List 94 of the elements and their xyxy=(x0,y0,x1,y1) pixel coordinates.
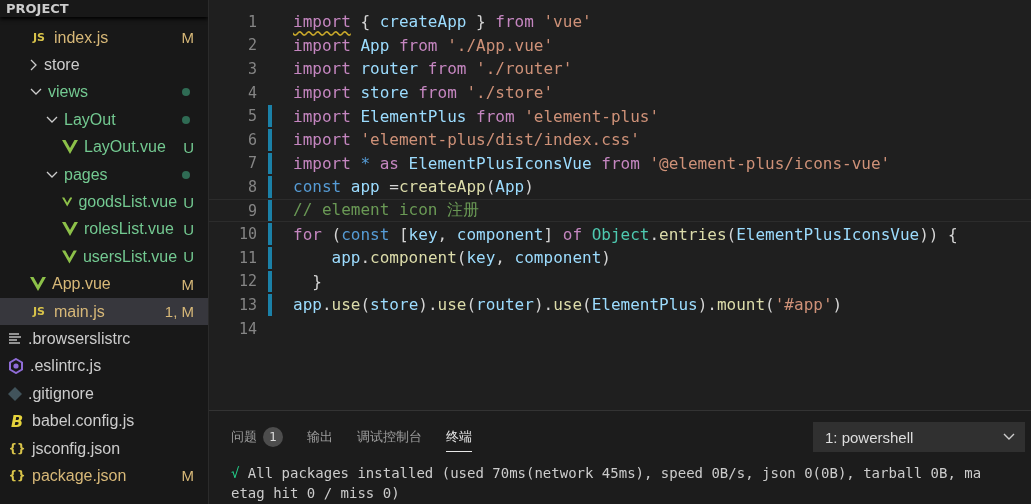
file-name: goodsList.vue xyxy=(78,193,178,212)
js-file-icon: JS xyxy=(30,31,48,45)
vue-file-icon xyxy=(62,249,77,264)
js-file-icon: JS xyxy=(30,305,48,319)
file-name: store xyxy=(44,56,81,75)
vue-file-icon xyxy=(30,277,46,292)
file-name: App.vue xyxy=(52,275,112,294)
code-line: import { createApp } from 'vue' xyxy=(293,12,592,32)
folder-item[interactable]: store xyxy=(0,51,208,79)
file-name: LayOut xyxy=(64,110,117,129)
json-file-icon: {} xyxy=(8,441,26,456)
git-dot-icon xyxy=(182,115,190,124)
file-name: index.js xyxy=(54,28,110,47)
line-number: 10 xyxy=(237,225,257,244)
git-status: U xyxy=(183,138,194,156)
chevron-down-icon xyxy=(1003,433,1015,441)
file-item[interactable]: goodsList.vue U xyxy=(0,188,208,216)
sidebar-header: PROJECT xyxy=(0,0,208,17)
vue-file-icon xyxy=(62,222,78,237)
panel-tab[interactable]: 输出 xyxy=(307,422,333,452)
file-item[interactable]: usersList.vue U xyxy=(0,243,208,271)
code-line: import router from './router' xyxy=(293,59,573,79)
git-status: M xyxy=(181,29,194,47)
count-badge: 1 xyxy=(263,427,283,447)
folder-item[interactable]: LayOut xyxy=(0,106,208,134)
panel-tab[interactable]: 调试控制台 xyxy=(357,422,422,452)
panel-tab[interactable]: 终端 xyxy=(446,422,472,452)
code-line: // element icon 注册 xyxy=(293,200,480,222)
file-item[interactable]: JS main.js 1, M xyxy=(0,297,208,326)
vue-file-icon xyxy=(62,140,78,155)
file-name: package.json xyxy=(32,466,128,485)
line-number: 8 xyxy=(246,177,257,196)
line-number: 3 xyxy=(246,60,257,78)
terminal-line: etag hit 0 / miss 0) xyxy=(231,484,401,503)
line-number: 11 xyxy=(237,248,257,267)
code-line: for (const [key, component] of Object.entries(ElementPlusIconsVue)) { xyxy=(293,224,958,244)
code-line: app.use(store).use(router).use(ElementPlus).mount('#app') xyxy=(293,295,843,315)
line-number: 4 xyxy=(246,83,257,102)
code-line: import * as ElementPlusIconsVue from '@element-plus/icons-vue' xyxy=(293,153,891,173)
code-line: import 'element-plus/dist/index.css' xyxy=(293,130,640,150)
file-name: .browserslistrc xyxy=(28,330,132,348)
file-name: babel.config.js xyxy=(32,412,136,431)
code-line: const app =createApp(App) xyxy=(293,177,534,197)
git-status: U xyxy=(183,248,194,266)
file-item[interactable]: App.vue M xyxy=(0,270,208,298)
line-number: 12 xyxy=(237,272,257,291)
file-name: LayOut.vue xyxy=(84,138,167,157)
json-file-icon: {} xyxy=(8,468,26,483)
file-item[interactable]: {} jsconfig.json xyxy=(0,434,208,463)
git-status: M xyxy=(181,275,194,293)
line-number: 14 xyxy=(237,319,257,338)
git-status: U xyxy=(183,193,194,211)
line-number: 7 xyxy=(246,154,257,173)
file-name: main.js xyxy=(54,302,106,321)
folder-item[interactable]: views xyxy=(0,78,208,107)
file-name: views xyxy=(48,83,89,102)
terminal-line: √ All packages installed (used 70ms(network 45ms), speed 0B/s, json 0(0B), tarball 0B, ma xyxy=(231,464,983,483)
file-name: .eslintrc.js xyxy=(30,357,103,376)
line-number: 9 xyxy=(246,201,257,220)
code-line: import ElementPlus from 'element-plus' xyxy=(293,106,660,126)
line-number: 2 xyxy=(246,36,257,55)
code-line: } xyxy=(311,271,322,291)
panel-tab[interactable]: 问题 1 xyxy=(231,421,283,453)
terminal-select[interactable]: 1: powershell xyxy=(813,422,1025,452)
file-item[interactable]: LayOut.vue U xyxy=(0,133,208,161)
file-item[interactable]: B babel.config.js xyxy=(0,407,208,435)
file-item[interactable]: {} package.json M xyxy=(0,462,208,490)
git-dot-icon xyxy=(182,88,190,97)
code-line: app.component(key, component) xyxy=(330,248,611,268)
babel-file-icon: B xyxy=(8,411,26,431)
git-status: 1, M xyxy=(164,303,194,321)
file-name: jsconfig.json xyxy=(32,439,122,458)
line-number: 1 xyxy=(246,12,257,31)
file-name: pages xyxy=(64,165,109,184)
file-name: .gitignore xyxy=(28,384,95,403)
file-item[interactable]: .eslintrc.js xyxy=(0,352,208,381)
line-number: 5 xyxy=(246,107,257,126)
file-item[interactable]: .gitignore xyxy=(0,380,208,408)
file-item[interactable]: rolesList.vue U xyxy=(0,215,208,244)
file-item[interactable]: JS index.js M xyxy=(0,24,208,52)
code-line: import store from './store' xyxy=(293,83,554,103)
git-status: M xyxy=(181,467,194,485)
lines-file-icon xyxy=(8,333,22,345)
file-name: rolesList.vue xyxy=(84,220,175,239)
file-name: usersList.vue xyxy=(82,247,178,266)
code-line: import App from './App.vue' xyxy=(293,35,554,55)
line-number: 6 xyxy=(246,130,257,149)
folder-item[interactable]: pages xyxy=(0,160,208,189)
file-item[interactable]: .browserslistrc xyxy=(0,325,208,353)
git-dot-icon xyxy=(182,170,190,179)
diamond-file-icon xyxy=(8,386,22,401)
hexagon-file-icon xyxy=(8,358,24,375)
line-number: 13 xyxy=(237,295,257,314)
git-status: U xyxy=(183,220,194,238)
